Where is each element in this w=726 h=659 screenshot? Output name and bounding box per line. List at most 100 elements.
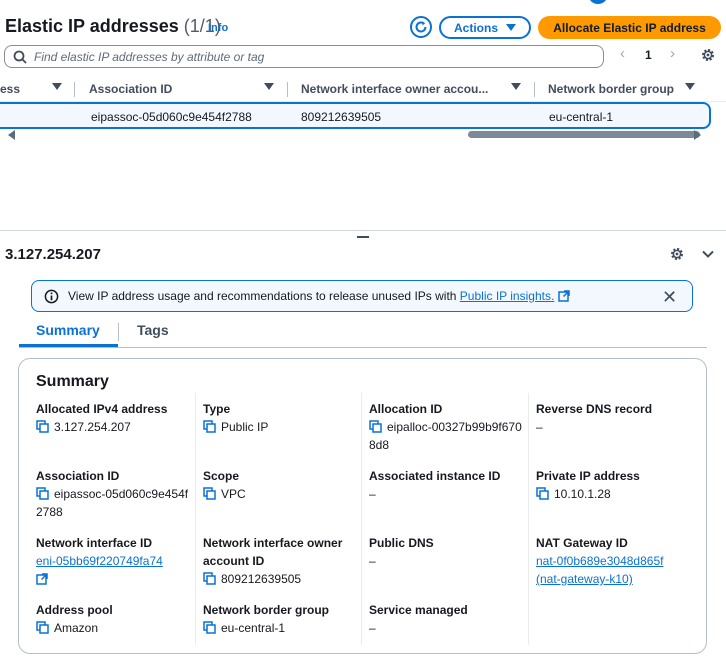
horizontal-scrollbar[interactable] (0, 129, 726, 140)
field-value: eipassoc-05d060c9e454f2788 (36, 485, 191, 521)
sort-caret-icon[interactable] (685, 83, 695, 90)
field-label: Network border group (203, 603, 330, 617)
sort-caret-icon[interactable] (511, 83, 521, 90)
field-value: – (369, 621, 376, 635)
value-text: eipassoc-05d060c9e454f2788 (36, 487, 189, 519)
copy-icon[interactable] (36, 487, 49, 500)
field-eni-owner: Network interface owner account ID 80921… (203, 534, 358, 588)
field-reverse-dns: Reverse DNS record – (536, 400, 691, 436)
external-link-icon[interactable] (557, 290, 570, 302)
detail-title: 3.127.254.207 (5, 246, 101, 263)
gear-icon (671, 248, 683, 260)
table-row[interactable]: eipassoc-05d060c9e454f2788 809212639505 … (0, 102, 711, 129)
public-ip-insights-link[interactable]: Public IP insights. (460, 289, 555, 303)
copy-icon[interactable] (203, 621, 216, 634)
row-border-group: eu-central-1 (549, 110, 614, 124)
search-bar[interactable] (4, 45, 604, 68)
field-label: Network interface ID (36, 536, 153, 550)
copy-icon[interactable] (203, 487, 216, 500)
summary-title: Summary (36, 373, 109, 390)
field-label: Association ID (36, 469, 120, 483)
field-label: Public DNS (369, 536, 434, 550)
tab-divider (118, 323, 119, 341)
field-label: Private IP address (536, 469, 640, 483)
scroll-left-icon[interactable] (8, 130, 15, 140)
resize-handle[interactable] (357, 236, 369, 238)
close-icon[interactable]: ✕ (662, 287, 677, 308)
field-label: Address pool (36, 603, 113, 617)
panel-settings-button[interactable] (669, 246, 685, 267)
field-label: Network interface owner account ID (203, 536, 343, 568)
value-text: eu-central-1 (221, 621, 286, 635)
field-label: NAT Gateway ID (536, 536, 628, 550)
tab-tags[interactable]: Tags (137, 322, 169, 338)
field-allocated-ipv4: Allocated IPv4 address 3.127.254.207 (36, 400, 191, 436)
copy-icon[interactable] (369, 420, 382, 433)
field-association-id: Association ID eipassoc-05d060c9e454f278… (36, 467, 191, 521)
field-public-dns: Public DNS – (369, 534, 524, 570)
copy-icon[interactable] (203, 420, 216, 433)
sort-caret-icon[interactable] (52, 83, 62, 90)
field-value: Public IP (203, 418, 358, 436)
caret-down-icon (506, 24, 516, 31)
split-panel-divider (0, 230, 726, 231)
field-label: Associated instance ID (369, 469, 501, 483)
gear-icon (702, 49, 714, 61)
copy-icon[interactable] (36, 420, 49, 433)
table-header: ess Association ID Network interface own… (0, 76, 726, 102)
field-label: Allocated IPv4 address (36, 402, 168, 416)
scroll-right-icon[interactable] (694, 130, 701, 140)
copy-icon[interactable] (203, 572, 216, 585)
next-page-icon[interactable]: › (670, 45, 675, 62)
column-divider[interactable] (74, 82, 75, 97)
field-type: Type Public IP (203, 400, 358, 436)
field-label: Scope (203, 469, 240, 483)
field-value: 10.10.1.28 (536, 485, 691, 503)
column-header-owner-account[interactable]: Network interface owner accou... (301, 82, 488, 96)
page-number[interactable]: 1 (645, 48, 652, 62)
field-private-ip: Private IP address 10.10.1.28 (536, 467, 691, 503)
refresh-button[interactable] (410, 16, 432, 38)
table-settings-button[interactable] (700, 47, 716, 68)
actions-label: Actions (453, 20, 498, 35)
column-header-association-id[interactable]: Association ID (89, 82, 172, 96)
search-input[interactable] (34, 49, 574, 64)
page-title: Elastic IP addresses (1/1) (5, 16, 221, 37)
prev-page-icon[interactable]: ‹ (620, 45, 625, 62)
search-icon (13, 50, 27, 64)
field-value: VPC (203, 485, 358, 503)
info-circle-icon (44, 289, 59, 303)
nat-gateway-link[interactable]: nat-0f0b689e3048d865f (nat-gateway-k10) (536, 552, 691, 588)
flash-message: View IP address usage and recommendation… (68, 289, 570, 303)
field-label: Allocation ID (369, 402, 443, 416)
field-value: – (536, 420, 543, 434)
flash-text: View IP address usage and recommendation… (68, 289, 457, 303)
copy-icon[interactable] (536, 487, 549, 500)
field-value: – (369, 487, 376, 501)
external-link-icon[interactable] (36, 573, 48, 585)
allocate-elastic-ip-button[interactable]: Allocate Elastic IP address (538, 16, 721, 39)
value-text: eipalloc-00327b99b9f6708d8 (369, 420, 522, 452)
value-text: 3.127.254.207 (54, 420, 131, 434)
value-text: VPC (221, 487, 246, 501)
eni-link[interactable]: eni-05bb69f220749fa74 (36, 554, 163, 568)
value-text: Public IP (221, 420, 269, 434)
column-divider[interactable] (287, 82, 288, 97)
field-service-managed: Service managed – (369, 601, 524, 637)
tab-list: Summary Tags (19, 318, 707, 348)
collapse-panel-button[interactable] (700, 246, 716, 267)
column-header-address[interactable]: ess (0, 82, 20, 96)
copy-icon[interactable] (36, 621, 49, 634)
field-value: eu-central-1 (203, 619, 358, 637)
actions-button[interactable]: Actions (439, 16, 531, 39)
column-divider[interactable] (534, 82, 535, 97)
sort-caret-icon[interactable] (264, 83, 274, 90)
field-label: Type (203, 402, 231, 416)
column-header-border-group[interactable]: Network border group (548, 82, 674, 96)
tab-summary[interactable]: Summary (36, 322, 100, 338)
info-link[interactable]: Info (208, 22, 228, 34)
field-value: Amazon (36, 619, 191, 637)
scrollbar-thumb[interactable] (468, 131, 700, 138)
field-value: 809212639505 (203, 570, 358, 588)
field-border-group: Network border group eu-central-1 (203, 601, 358, 637)
